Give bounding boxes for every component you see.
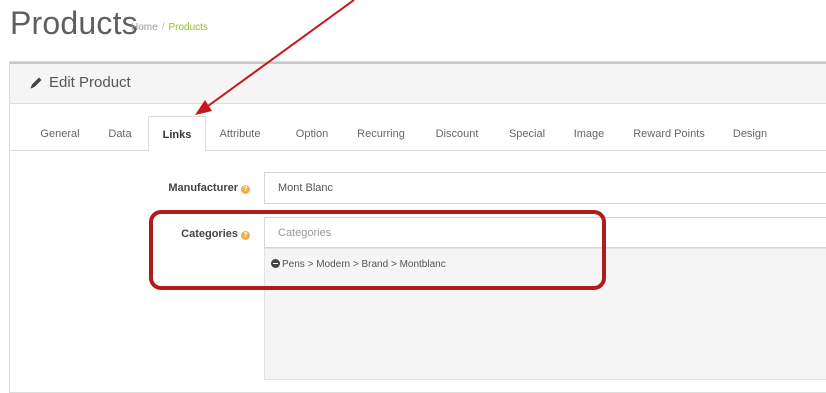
arrow-annotation — [195, 0, 355, 115]
